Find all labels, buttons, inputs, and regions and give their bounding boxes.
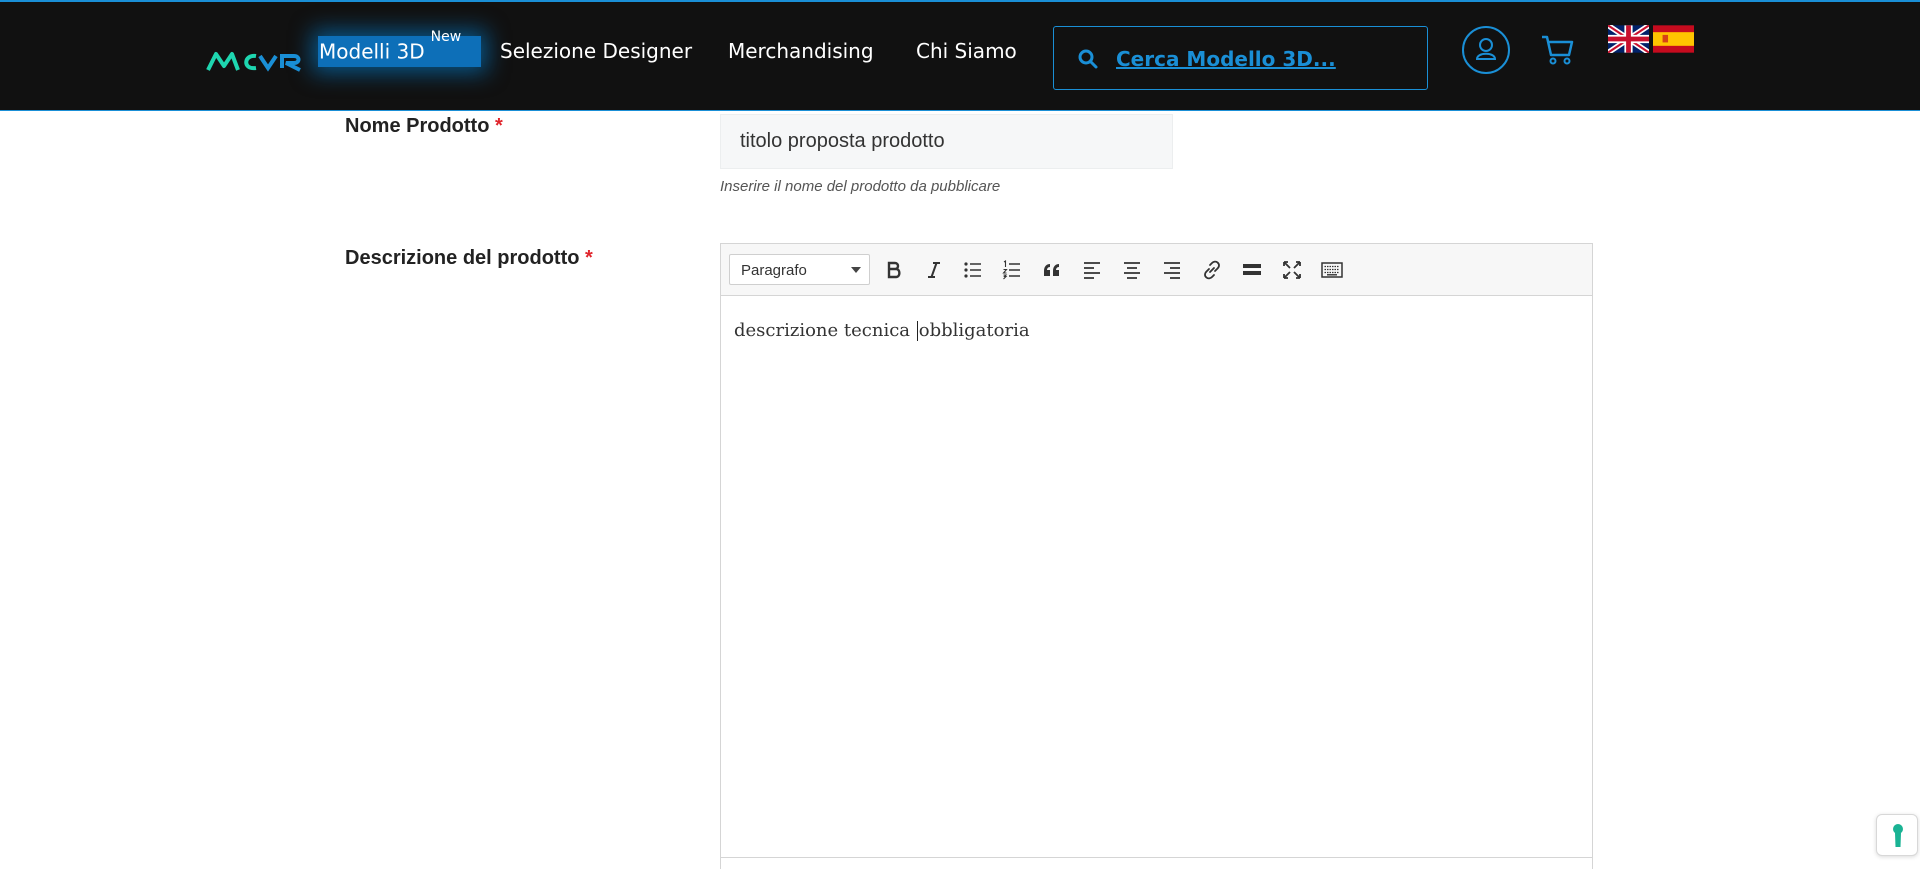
editor-text-after-cursor: obbligatoria <box>918 320 1030 341</box>
product-name-input[interactable] <box>720 114 1173 169</box>
user-account-button[interactable] <box>1462 26 1510 74</box>
nav-modelli-3d[interactable]: Modelli 3D New <box>318 29 481 67</box>
search-icon[interactable] <box>1076 47 1100 71</box>
align-center-button[interactable] <box>1118 256 1146 284</box>
nav-chi-siamo[interactable]: Chi Siamo <box>916 39 1017 63</box>
align-center-icon <box>1124 262 1140 279</box>
blockquote-icon <box>1044 264 1059 276</box>
required-mark: * <box>585 247 593 269</box>
blockquote-button[interactable] <box>1038 256 1066 284</box>
flag-es-icon[interactable] <box>1653 25 1694 53</box>
keyhole-icon <box>1893 824 1903 847</box>
editor-toolbar: Paragrafo <box>721 244 1592 296</box>
keyboard-icon <box>1321 262 1343 278</box>
bold-icon <box>887 261 901 279</box>
bold-button[interactable] <box>880 256 908 284</box>
required-mark: * <box>495 115 503 137</box>
nav-merchandising[interactable]: Merchandising <box>728 39 874 63</box>
product-name-help: Inserire il nome del prodotto da pubblic… <box>720 178 1001 195</box>
format-select-value: Paragrafo <box>741 262 807 279</box>
rich-text-editor: Paragrafo descrizione tecnica obbligator… <box>720 243 1593 869</box>
editor-content[interactable]: descrizione tecnica obbligatoria <box>734 320 1030 341</box>
italic-button[interactable] <box>920 256 948 284</box>
flag-uk-icon[interactable] <box>1608 25 1649 53</box>
cart-icon[interactable] <box>1540 32 1576 68</box>
bullet-list-icon <box>964 262 981 278</box>
help-widget-button[interactable] <box>1876 814 1918 856</box>
align-left-button[interactable] <box>1078 256 1106 284</box>
product-name-label-text: Nome Prodotto <box>345 115 490 137</box>
nav-modelli-3d-label: Modelli 3D <box>319 39 425 64</box>
nav-selezione-designer[interactable]: Selezione Designer <box>500 39 692 63</box>
product-name-label: Nome Prodotto * <box>345 115 503 138</box>
search-box[interactable] <box>1053 26 1428 90</box>
align-right-icon <box>1164 262 1180 279</box>
link-icon <box>1204 260 1220 280</box>
editor-text-before-cursor: descrizione tecnica <box>734 320 916 341</box>
logo[interactable] <box>206 48 306 74</box>
align-right-button[interactable] <box>1158 256 1186 284</box>
description-label: Descrizione del prodotto * <box>345 247 593 270</box>
editor-statusbar: P <box>721 857 1592 869</box>
horizontal-rule-icon <box>1243 264 1261 275</box>
description-label-text: Descrizione del prodotto <box>345 247 580 269</box>
bullet-list-button[interactable] <box>959 256 987 284</box>
italic-icon <box>928 262 940 278</box>
numbered-list-icon <box>1002 259 1020 280</box>
numbered-list-button[interactable] <box>998 256 1026 284</box>
user-icon <box>1475 38 1497 60</box>
horizontal-rule-button[interactable] <box>1238 256 1266 284</box>
fullscreen-button[interactable] <box>1278 256 1306 284</box>
keyboard-button[interactable] <box>1318 256 1346 284</box>
align-left-icon <box>1084 262 1100 279</box>
search-input[interactable] <box>1116 44 1416 74</box>
format-select[interactable]: Paragrafo <box>729 254 870 285</box>
link-button[interactable] <box>1198 256 1226 284</box>
site-header: Modelli 3D New Selezione Designer Merchan… <box>0 0 1920 111</box>
fullscreen-icon <box>1283 261 1301 279</box>
new-badge: New <box>430 29 462 45</box>
chevron-down-icon <box>851 267 861 273</box>
text-cursor <box>916 321 918 341</box>
